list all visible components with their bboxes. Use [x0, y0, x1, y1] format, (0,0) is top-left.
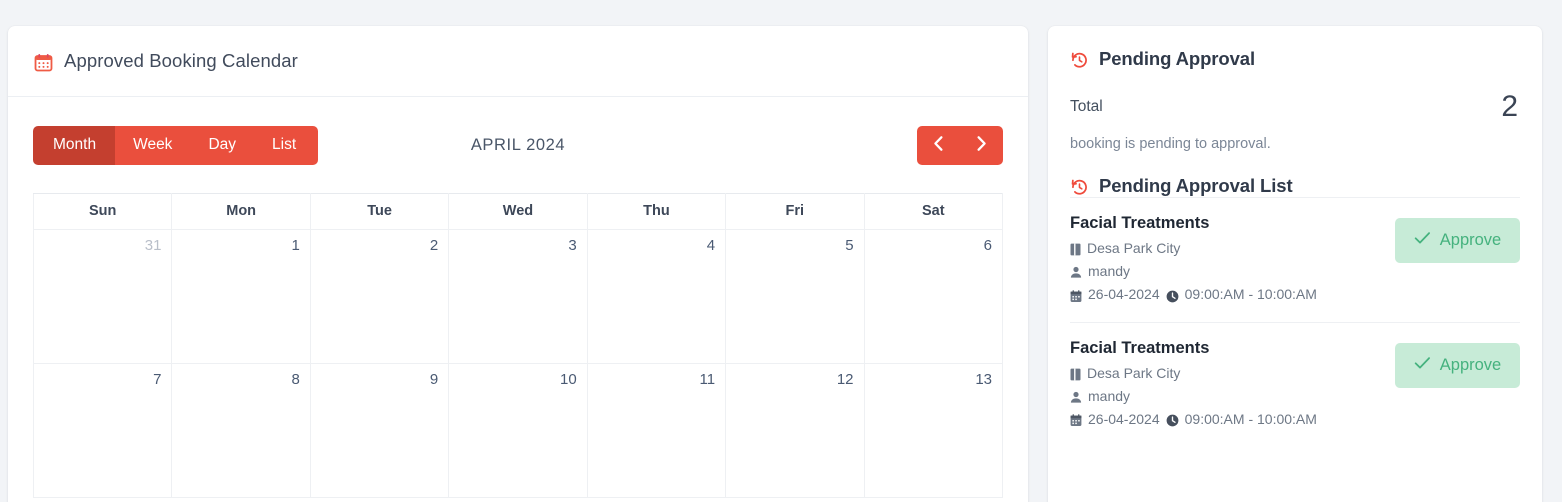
- calendar-day-cell[interactable]: 6: [863, 229, 1004, 364]
- next-month-button[interactable]: [960, 126, 1003, 165]
- view-button-month[interactable]: Month: [33, 125, 116, 165]
- total-count: 2: [1501, 90, 1518, 123]
- calendar-day-cell[interactable]: 13: [863, 363, 1004, 498]
- calendar-icon: [34, 53, 53, 72]
- person-icon: [1070, 266, 1082, 279]
- history-icon: [1070, 51, 1089, 70]
- booking-datetime-row: 26-04-2024 09:00:AM - 10:00:AM: [1070, 408, 1383, 431]
- weekday-header-fri: Fri: [725, 193, 865, 230]
- calendar-day-cell[interactable]: 7: [32, 363, 173, 498]
- calendar-weekday-header-row: Sun Mon Tue Wed Thu Fri Sat: [32, 193, 1004, 230]
- weekday-header-wed: Wed: [448, 193, 588, 230]
- person-icon: [1070, 391, 1082, 404]
- calendar-icon: [1070, 289, 1082, 303]
- pending-approval-list-header: Pending Approval List: [1070, 175, 1520, 197]
- pending-approval-title: Pending Approval: [1099, 48, 1256, 69]
- calendar-view-switcher: Month Week Day List: [33, 125, 319, 165]
- building-icon: [1070, 243, 1081, 256]
- chevron-left-icon: [932, 135, 945, 155]
- page-title: Approved Booking Calendar: [64, 50, 298, 71]
- calendar-grid-wrapper: Sun Mon Tue Wed Thu Fri Sat 31 1 2 3 4 5…: [8, 193, 1028, 498]
- calendar-toolbar: Month Week Day List APRIL 2024: [8, 97, 1028, 193]
- view-button-week[interactable]: Week: [115, 125, 191, 165]
- view-button-list[interactable]: List: [254, 125, 319, 165]
- weekday-header-sat: Sat: [863, 193, 1004, 230]
- check-icon: [1414, 231, 1431, 250]
- booking-info: Facial Treatments Desa Park City mandy 2…: [1070, 339, 1383, 432]
- building-icon: [1070, 368, 1081, 381]
- booking-info: Facial Treatments Desa Park City mandy 2…: [1070, 214, 1383, 307]
- total-subtitle: booking is pending to approval.: [1070, 136, 1271, 152]
- booking-person-row: mandy: [1070, 385, 1383, 408]
- booking-date: 26-04-2024: [1088, 411, 1160, 428]
- approved-booking-calendar-card: Approved Booking Calendar Month Week Day…: [8, 26, 1028, 502]
- page-root: Approved Booking Calendar Month Week Day…: [0, 0, 1562, 502]
- weekday-header-sun: Sun: [32, 193, 173, 230]
- view-button-day[interactable]: Day: [190, 125, 255, 165]
- pending-total-row: Total 2: [1070, 92, 1520, 122]
- total-label: Total: [1070, 98, 1103, 115]
- booking-location-row: Desa Park City: [1070, 362, 1383, 385]
- approve-button[interactable]: Approve: [1395, 342, 1520, 388]
- pending-approval-card: Pending Approval Total 2 booking is pend…: [1048, 26, 1542, 502]
- weekday-header-mon: Mon: [171, 193, 311, 230]
- pending-booking-item: Facial Treatments Desa Park City mandy 2…: [1070, 197, 1520, 322]
- approve-button-label: Approve: [1439, 231, 1502, 249]
- pending-approval-list-title: Pending Approval List: [1099, 175, 1293, 196]
- calendar-week-row: 7 8 9 10 11 12 13: [32, 363, 1004, 498]
- weekday-header-tue: Tue: [309, 193, 450, 230]
- calendar-day-cell[interactable]: 8: [171, 363, 311, 498]
- clock-icon: [1166, 290, 1179, 303]
- calendar-week-row: 31 1 2 3 4 5 6: [32, 229, 1004, 364]
- booking-service-name: Facial Treatments: [1070, 338, 1210, 357]
- approve-button[interactable]: Approve: [1395, 218, 1520, 263]
- calendar-day-cell[interactable]: 4: [586, 229, 727, 364]
- booking-datetime-row: 26-04-2024 09:00:AM - 10:00:AM: [1070, 283, 1383, 306]
- calendar-icon: [1070, 414, 1082, 427]
- booking-time: 09:00:AM - 10:00:AM: [1184, 411, 1317, 428]
- pending-booking-item: Facial Treatments Desa Park City mandy 2…: [1070, 321, 1520, 447]
- calendar-day-cell[interactable]: 12: [725, 363, 865, 498]
- calendar-day-cell[interactable]: 5: [725, 229, 865, 364]
- calendar-day-cell[interactable]: 9: [309, 363, 450, 498]
- booking-location: Desa Park City: [1087, 240, 1181, 256]
- calendar-card-header: Approved Booking Calendar: [8, 26, 1028, 97]
- booking-location-row: Desa Park City: [1070, 237, 1383, 260]
- calendar-day-cell[interactable]: 11: [586, 363, 727, 498]
- booking-person: mandy: [1088, 387, 1131, 404]
- approve-button-label: Approve: [1439, 355, 1502, 374]
- booking-time: 09:00:AM - 10:00:AM: [1184, 286, 1317, 303]
- booking-service-name: Facial Treatments: [1070, 214, 1210, 232]
- history-icon: [1070, 178, 1089, 197]
- booking-location: Desa Park City: [1087, 364, 1181, 381]
- calendar-day-cell[interactable]: 3: [448, 229, 588, 364]
- calendar-day-cell[interactable]: 31: [32, 229, 173, 364]
- clock-icon: [1166, 414, 1179, 427]
- check-icon: [1414, 356, 1431, 375]
- booking-person-row: mandy: [1070, 260, 1383, 283]
- booking-date: 26-04-2024: [1088, 286, 1160, 303]
- calendar-grid: Sun Mon Tue Wed Thu Fri Sat 31 1 2 3 4 5…: [32, 193, 1004, 498]
- prev-month-button[interactable]: [917, 126, 960, 165]
- calendar-nav-group: [917, 125, 1003, 165]
- booking-person: mandy: [1088, 263, 1131, 280]
- calendar-day-cell[interactable]: 2: [309, 229, 450, 364]
- calendar-day-cell[interactable]: 10: [448, 363, 588, 498]
- weekday-header-thu: Thu: [586, 193, 727, 230]
- chevron-right-icon: [975, 135, 988, 155]
- calendar-day-cell[interactable]: 1: [171, 229, 311, 364]
- pending-approval-header: Pending Approval: [1070, 48, 1520, 70]
